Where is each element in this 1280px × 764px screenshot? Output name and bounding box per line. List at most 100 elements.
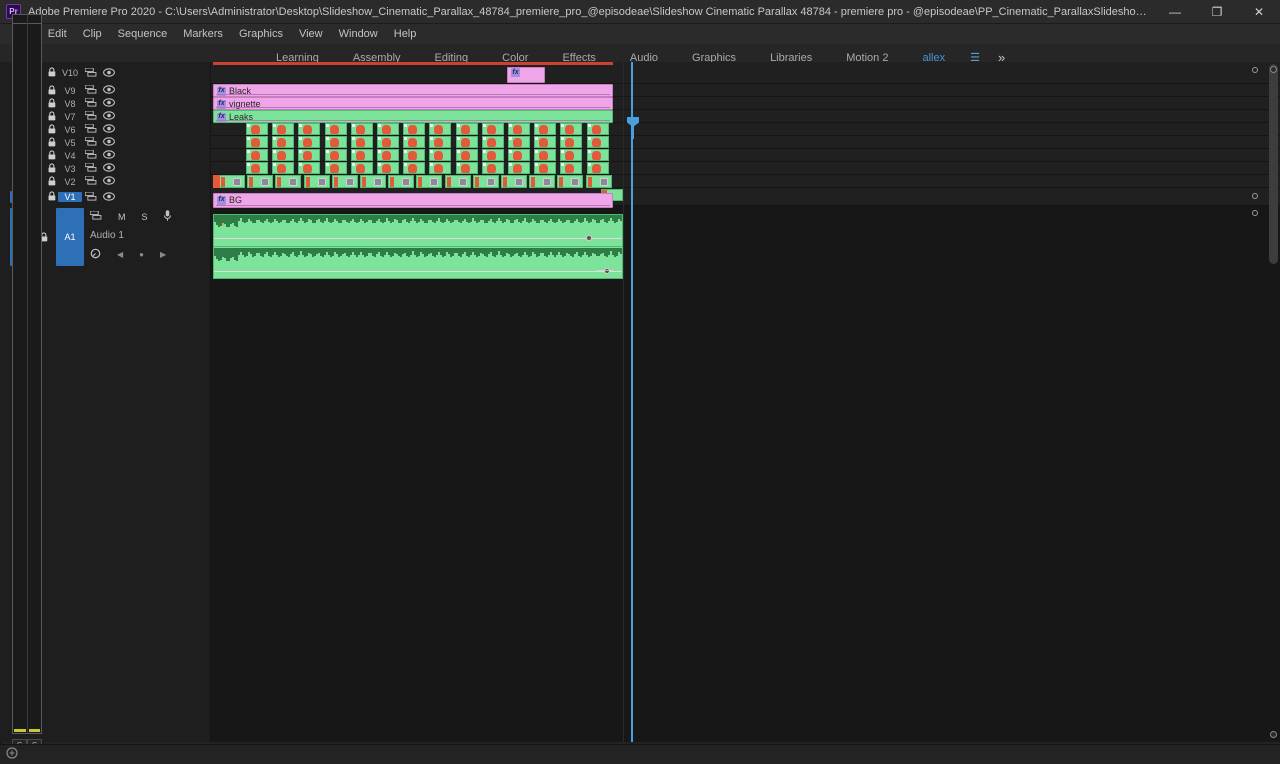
sync-lock-icon[interactable]: [82, 149, 100, 161]
slide-clip[interactable]: [324, 162, 347, 174]
slide-clip[interactable]: [377, 149, 399, 161]
slide-clip[interactable]: [508, 136, 530, 148]
slide-clip[interactable]: [534, 149, 557, 161]
slide-clip[interactable]: [246, 123, 268, 135]
eye-icon[interactable]: [100, 150, 118, 161]
slide-clip[interactable]: [298, 162, 321, 174]
timeline-clip[interactable]: fx: [507, 67, 545, 83]
slide-clip[interactable]: [586, 149, 609, 161]
timeline-clip[interactable]: fx vignette: [213, 97, 613, 110]
menu-clip[interactable]: Clip: [75, 26, 110, 42]
strip-clip[interactable]: [360, 175, 386, 188]
slide-clip[interactable]: [403, 162, 426, 174]
eye-icon[interactable]: [100, 67, 118, 79]
track-name-label[interactable]: V6: [58, 125, 82, 135]
slide-clip[interactable]: [246, 149, 268, 161]
eye-icon[interactable]: [100, 98, 118, 109]
slide-clip[interactable]: [455, 123, 478, 135]
strip-clip[interactable]: [501, 175, 527, 188]
slide-clip[interactable]: [377, 162, 399, 174]
timeline-clip[interactable]: fx Black: [213, 84, 613, 97]
solo-button[interactable]: S: [142, 212, 148, 222]
track-name-label[interactable]: V3: [58, 164, 82, 174]
clip-volume-line[interactable]: [216, 107, 610, 108]
sync-lock-icon[interactable]: [82, 175, 100, 187]
track-lock-icon[interactable]: [46, 175, 58, 188]
track-lock-icon[interactable]: [46, 97, 58, 110]
slide-clip[interactable]: [534, 123, 557, 135]
mic-icon[interactable]: [163, 210, 171, 224]
strip-clip[interactable]: [275, 175, 302, 188]
slide-clip[interactable]: [508, 123, 530, 135]
slide-clip[interactable]: [481, 123, 504, 135]
sync-lock-icon[interactable]: [82, 97, 100, 109]
audio-clip[interactable]: fx: [213, 214, 623, 279]
track-keyframe-handle[interactable]: [1252, 193, 1258, 199]
eye-icon[interactable]: [100, 85, 118, 96]
track-lock-icon[interactable]: [46, 110, 58, 123]
clip-volume-line[interactable]: [216, 205, 610, 206]
slide-clip[interactable]: [377, 136, 399, 148]
strip-clip[interactable]: [388, 175, 415, 188]
menu-graphics[interactable]: Graphics: [231, 26, 291, 42]
timeline-clips-area[interactable]: fxfxBlackfxvignettefxLeaksfxBGfx: [211, 62, 1280, 742]
eye-icon[interactable]: [100, 163, 118, 174]
audio-volume-rubberband-top[interactable]: [214, 238, 622, 239]
keyframe-prev-button[interactable]: ◀: [117, 250, 123, 259]
slide-clip[interactable]: [350, 136, 373, 148]
slide-clip[interactable]: [534, 162, 557, 174]
sync-lock-icon[interactable]: [82, 110, 100, 122]
slide-clip[interactable]: [350, 149, 373, 161]
eye-icon[interactable]: [100, 111, 118, 122]
slide-clip[interactable]: [246, 136, 268, 148]
mute-button[interactable]: M: [118, 212, 126, 222]
strip-clip[interactable]: [444, 175, 471, 188]
slide-clip[interactable]: [586, 123, 609, 135]
track-keyframe-handle[interactable]: [1252, 210, 1258, 216]
clip-volume-line[interactable]: [216, 120, 610, 121]
close-button[interactable]: ✕: [1238, 0, 1280, 24]
track-lock-icon[interactable]: [46, 162, 58, 175]
slide-clip[interactable]: [403, 149, 426, 161]
pan-knob-icon[interactable]: [90, 248, 101, 261]
slide-clip[interactable]: [429, 136, 452, 148]
slide-clip[interactable]: [586, 136, 609, 148]
audio-sync-lock-icon[interactable]: [89, 210, 102, 223]
track-lock-icon[interactable]: [46, 149, 58, 162]
keyframe-add-button[interactable]: ●: [139, 250, 144, 259]
slide-clip[interactable]: [324, 149, 347, 161]
timeline-vertical-scrollbar[interactable]: [1269, 64, 1278, 740]
slide-clip[interactable]: [298, 136, 321, 148]
strip-clip[interactable]: [219, 175, 245, 188]
strip-clip[interactable]: [247, 175, 274, 188]
slide-clip[interactable]: [429, 162, 452, 174]
slide-clip[interactable]: [403, 136, 426, 148]
track-name-label[interactable]: V7: [58, 112, 82, 122]
eye-icon[interactable]: [100, 124, 118, 135]
timeline-playhead[interactable]: [631, 62, 633, 742]
slide-clip[interactable]: [455, 149, 478, 161]
timeline-vscroll-knob-bottom[interactable]: [1270, 731, 1277, 738]
menu-help[interactable]: Help: [386, 26, 425, 42]
strip-clip[interactable]: [303, 175, 330, 188]
strip-clip[interactable]: [331, 175, 358, 188]
track-name-label[interactable]: V5: [58, 138, 82, 148]
menu-edit[interactable]: Edit: [40, 26, 75, 42]
track-lock-icon[interactable]: [46, 136, 58, 149]
slide-clip[interactable]: [508, 149, 530, 161]
eye-icon[interactable]: [100, 176, 118, 187]
track-name-label[interactable]: V10: [58, 68, 82, 78]
slide-clip[interactable]: [298, 123, 321, 135]
slide-clip[interactable]: [560, 123, 583, 135]
slide-clip[interactable]: [324, 136, 347, 148]
video-lane[interactable]: [211, 62, 1280, 84]
slide-clip[interactable]: [455, 136, 478, 148]
sync-lock-icon[interactable]: [82, 67, 100, 79]
audio-track-name[interactable]: A1: [56, 208, 84, 266]
track-lock-icon[interactable]: [46, 84, 58, 97]
slide-clip[interactable]: [560, 136, 583, 148]
track-lock-icon[interactable]: [46, 67, 58, 79]
strip-clip[interactable]: [529, 175, 556, 188]
slide-clip[interactable]: [455, 162, 478, 174]
slide-clip[interactable]: [272, 162, 295, 174]
